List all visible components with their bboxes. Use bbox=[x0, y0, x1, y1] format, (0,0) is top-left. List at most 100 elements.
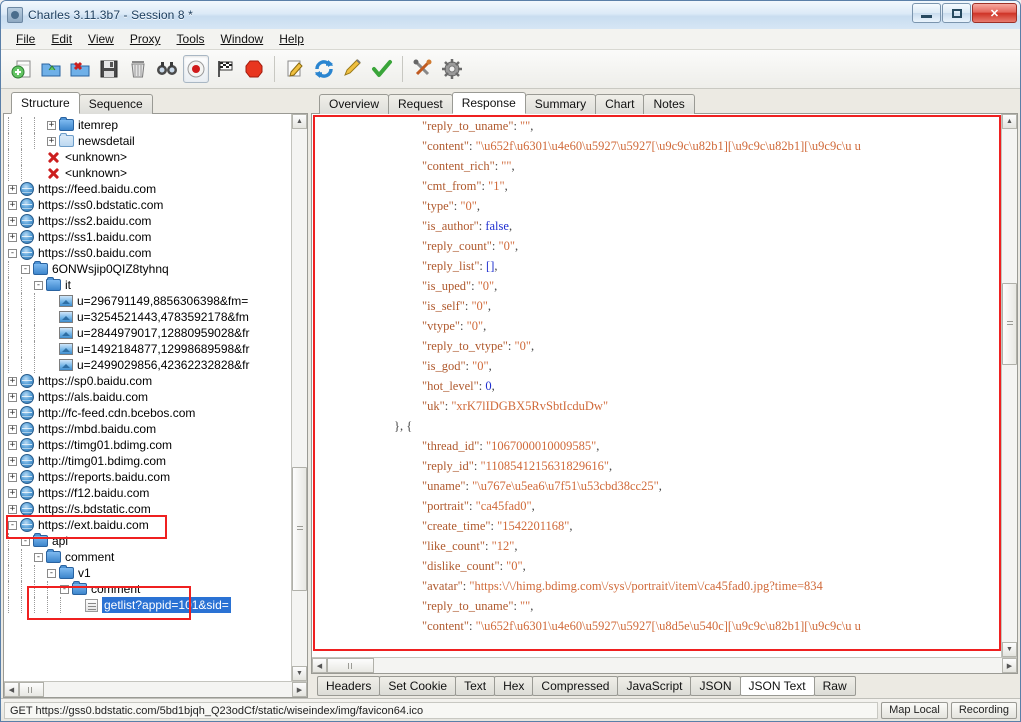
compose-icon[interactable] bbox=[282, 55, 308, 83]
collapse-icon[interactable]: - bbox=[34, 280, 43, 290]
tab-headers[interactable]: Headers bbox=[317, 676, 381, 696]
tab-raw[interactable]: Raw bbox=[813, 676, 856, 696]
collapse-icon[interactable]: - bbox=[47, 568, 56, 578]
expand-icon[interactable]: + bbox=[8, 440, 17, 450]
json-scroll-thumb[interactable] bbox=[1002, 282, 1017, 365]
json-hscroll-thumb[interactable] bbox=[327, 658, 375, 673]
json-text-viewer[interactable]: "reply_to_uname": "", "content": "\u652f\… bbox=[312, 114, 1001, 657]
tab-overview[interactable]: Overview bbox=[319, 94, 390, 114]
tree-rows[interactable]: + itemrep + newsdetail <unknown> <unknown> + ht… bbox=[4, 114, 291, 681]
json-scroll-right-button[interactable]: ▶ bbox=[1002, 658, 1017, 673]
tree-row[interactable]: + https://feed.baidu.com bbox=[4, 181, 291, 197]
tree-row[interactable]: getlist?appid=101&sid= bbox=[4, 597, 291, 613]
tree-hscroll-thumb[interactable] bbox=[19, 682, 44, 697]
json-scroll-track[interactable] bbox=[1002, 129, 1017, 642]
tab-response[interactable]: Response bbox=[451, 92, 526, 114]
json-scroll-left-button[interactable]: ◀ bbox=[312, 658, 327, 673]
expand-icon[interactable]: + bbox=[8, 456, 17, 466]
maximize-button[interactable] bbox=[942, 3, 971, 23]
tree-vertical-scrollbar[interactable]: ▲ ▼ bbox=[291, 114, 307, 681]
tree-horizontal-scrollbar[interactable]: ◀ ▶ bbox=[4, 681, 307, 697]
tree-row[interactable]: u=296791149,8856306398&fm= bbox=[4, 293, 291, 309]
expand-icon[interactable]: + bbox=[8, 200, 17, 210]
menu-item-window[interactable]: Window bbox=[214, 30, 271, 48]
tree-scroll-left-button[interactable]: ◀ bbox=[4, 682, 19, 697]
tree-row[interactable]: <unknown> bbox=[4, 149, 291, 165]
tree-row[interactable]: + https://timg01.bdimg.com bbox=[4, 437, 291, 453]
collapse-icon[interactable]: - bbox=[8, 248, 17, 258]
expand-icon[interactable]: + bbox=[8, 472, 17, 482]
expand-icon[interactable]: + bbox=[8, 424, 17, 434]
expand-icon[interactable]: + bbox=[8, 376, 17, 386]
expand-icon[interactable]: + bbox=[8, 216, 17, 226]
tree-row[interactable]: - comment bbox=[4, 549, 291, 565]
expand-icon[interactable]: + bbox=[8, 232, 17, 242]
expand-icon[interactable]: + bbox=[8, 392, 17, 402]
tree-hscroll-track[interactable] bbox=[19, 682, 292, 697]
menu-item-proxy[interactable]: Proxy bbox=[123, 30, 168, 48]
tab-structure[interactable]: Structure bbox=[11, 92, 80, 114]
tree-row[interactable]: + http://fc-feed.cdn.bcebos.com bbox=[4, 405, 291, 421]
open-session-icon[interactable] bbox=[38, 55, 64, 83]
tab-notes[interactable]: Notes bbox=[643, 94, 695, 114]
tools-icon[interactable] bbox=[410, 55, 436, 83]
breakpoints-icon[interactable] bbox=[241, 55, 267, 83]
collapse-icon[interactable]: - bbox=[21, 536, 30, 546]
expand-icon[interactable]: + bbox=[47, 120, 56, 130]
tree-scroll-thumb[interactable] bbox=[292, 467, 307, 591]
tree-scroll-up-button[interactable]: ▲ bbox=[292, 114, 307, 129]
tree-row[interactable]: + itemrep bbox=[4, 117, 291, 133]
settings-icon[interactable] bbox=[439, 55, 465, 83]
tab-text[interactable]: Text bbox=[455, 676, 496, 696]
json-vertical-scrollbar[interactable]: ▲ ▼ bbox=[1001, 114, 1017, 657]
tree-row[interactable]: - https://ext.baidu.com bbox=[4, 517, 291, 533]
map-local-button[interactable]: Map Local bbox=[881, 701, 948, 719]
tab-hex[interactable]: Hex bbox=[494, 676, 534, 696]
recording-button[interactable]: Recording bbox=[950, 701, 1017, 719]
collapse-icon[interactable]: - bbox=[21, 264, 30, 274]
tree-row[interactable]: + http://timg01.bdimg.com bbox=[4, 453, 291, 469]
tab-chart[interactable]: Chart bbox=[595, 94, 645, 114]
tree-scroll-track[interactable] bbox=[292, 129, 307, 666]
tree-row[interactable]: + https://reports.baidu.com bbox=[4, 469, 291, 485]
edit-icon[interactable] bbox=[340, 55, 366, 83]
tree-row[interactable]: u=3254521443,4783592178&fm bbox=[4, 309, 291, 325]
tab-set-cookie[interactable]: Set Cookie bbox=[379, 676, 457, 696]
tree-row[interactable]: u=2499029856,42362232828&fr bbox=[4, 357, 291, 373]
expand-icon[interactable]: + bbox=[8, 184, 17, 194]
new-session-icon[interactable] bbox=[9, 55, 35, 83]
tree-row[interactable]: + https://s.bdstatic.com bbox=[4, 501, 291, 517]
tab-json-text[interactable]: JSON Text bbox=[739, 676, 815, 696]
tree-row[interactable]: - it bbox=[4, 277, 291, 293]
tab-javascript[interactable]: JavaScript bbox=[617, 676, 692, 696]
tree-row[interactable]: - 6ONWsjip0QIZ8tyhnq bbox=[4, 261, 291, 277]
tab-summary[interactable]: Summary bbox=[524, 94, 597, 114]
json-horizontal-scrollbar[interactable]: ◀ ▶ bbox=[312, 657, 1017, 673]
menu-item-edit[interactable]: Edit bbox=[44, 30, 79, 48]
minimize-button[interactable] bbox=[912, 3, 941, 23]
clear-session-icon[interactable] bbox=[125, 55, 151, 83]
tree-row[interactable]: - v1 bbox=[4, 565, 291, 581]
save-session-icon[interactable] bbox=[96, 55, 122, 83]
collapse-icon[interactable]: - bbox=[8, 520, 17, 530]
record-icon[interactable] bbox=[183, 55, 209, 83]
menu-item-help[interactable]: Help bbox=[272, 30, 311, 48]
collapse-icon[interactable]: - bbox=[34, 552, 43, 562]
close-button[interactable]: ✕ bbox=[972, 3, 1017, 23]
tree-row[interactable]: + https://f12.baidu.com bbox=[4, 485, 291, 501]
tree-row[interactable]: - comment bbox=[4, 581, 291, 597]
tab-json[interactable]: JSON bbox=[690, 676, 741, 696]
menu-item-file[interactable]: File bbox=[9, 30, 42, 48]
find-icon[interactable] bbox=[154, 55, 180, 83]
tab-request[interactable]: Request bbox=[388, 94, 453, 114]
tree-row[interactable]: + https://mbd.baidu.com bbox=[4, 421, 291, 437]
tree-row[interactable]: - api bbox=[4, 533, 291, 549]
tree-row[interactable]: + https://ss1.baidu.com bbox=[4, 229, 291, 245]
expand-icon[interactable]: + bbox=[8, 488, 17, 498]
collapse-icon[interactable]: - bbox=[60, 584, 69, 594]
tree-row[interactable]: + https://ss0.bdstatic.com bbox=[4, 197, 291, 213]
json-scroll-down-button[interactable]: ▼ bbox=[1002, 642, 1017, 657]
expand-icon[interactable]: + bbox=[8, 504, 17, 514]
tree-row[interactable]: <unknown> bbox=[4, 165, 291, 181]
throttle-icon[interactable] bbox=[212, 55, 238, 83]
